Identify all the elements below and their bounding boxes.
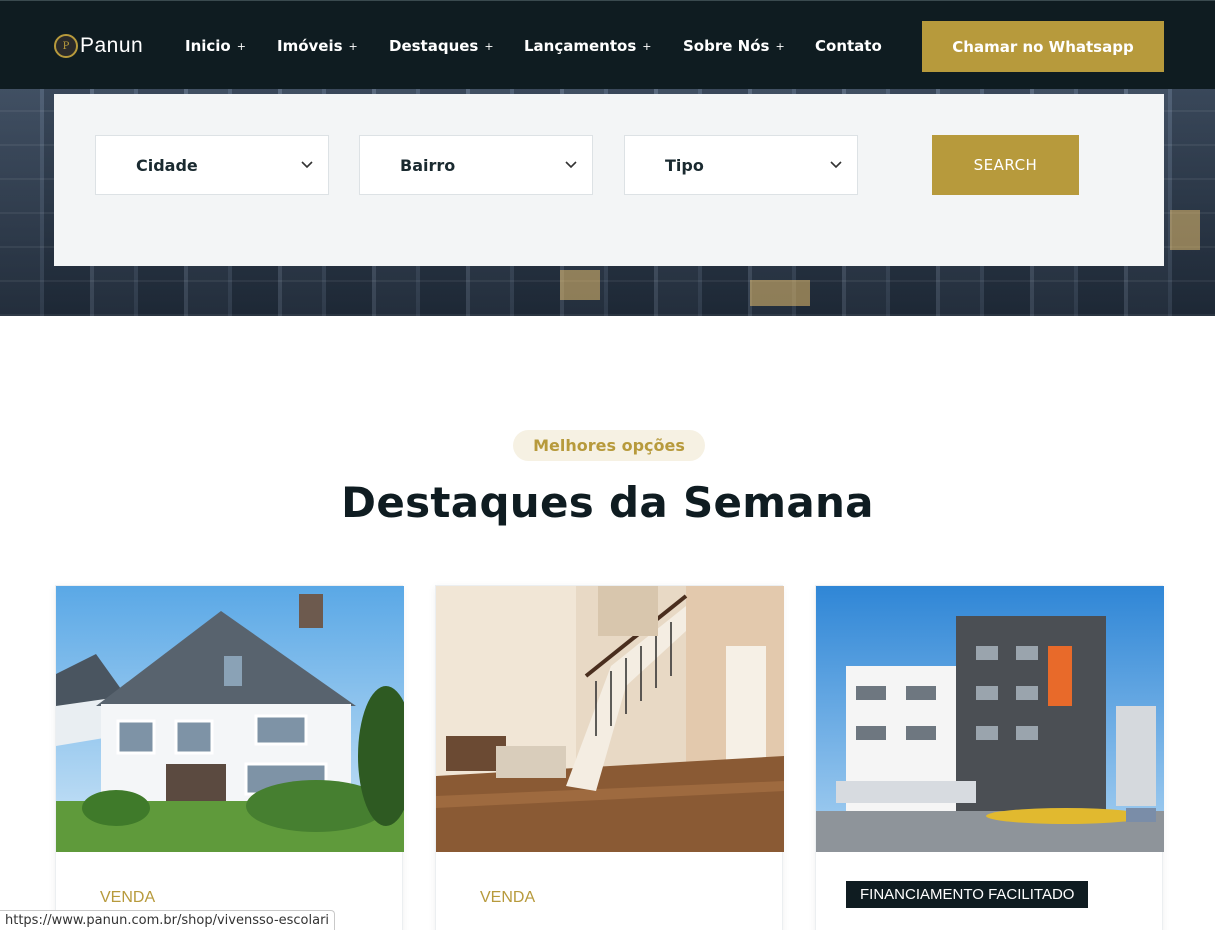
nav-label: Contato [815,37,882,55]
search-button[interactable]: SEARCH [932,135,1079,195]
whatsapp-button[interactable]: Chamar no Whatsapp [922,21,1164,72]
type-select[interactable]: Tipo [624,135,858,195]
nav-item-contato[interactable]: Contato [815,37,882,55]
nav-label: Lançamentos [524,37,637,55]
nav-label: Sobre Nós [683,37,770,55]
nav-label: Imóveis [277,37,343,55]
property-card[interactable]: VENDA [55,585,404,930]
type-select-label: Tipo [665,155,704,175]
chevron-down-icon [830,161,842,169]
plus-icon: + [642,39,652,53]
search-panel: Cidade Bairro Tipo SEARCH [54,94,1164,266]
nav-item-inicio[interactable]: Inicio + [185,37,246,55]
link-status-bar: https://www.panun.com.br/shop/vivensso-e… [0,910,336,930]
staircase-interior-photo[interactable] [436,586,784,852]
chevron-down-icon [301,161,313,169]
plus-icon: + [348,39,358,53]
chevron-down-icon [565,161,577,169]
logo[interactable]: P Panun [54,33,143,59]
neighborhood-select[interactable]: Bairro [359,135,593,195]
nav-label: Destaques [389,37,479,55]
listing-tag: VENDA [100,889,156,906]
nav-item-imoveis[interactable]: Imóveis + [277,37,358,55]
city-select[interactable]: Cidade [95,135,329,195]
city-select-label: Cidade [136,155,198,175]
nav-item-sobre-nos[interactable]: Sobre Nós + [683,37,785,55]
nav-label: Inicio [185,37,231,55]
plus-icon: + [775,39,785,53]
logo-mark-icon: P [54,34,78,58]
listing-tag: FINANCIAMENTO FACILITADO [846,881,1089,908]
top-navbar: P Panun Inicio + Imóveis + Destaques + L… [0,0,1215,89]
property-card[interactable]: VENDA [435,585,784,930]
property-card[interactable]: FINANCIAMENTO FACILITADO [815,585,1164,930]
section-eyebrow-badge: Melhores opções [513,430,705,461]
nav-item-lancamentos[interactable]: Lançamentos + [524,37,651,55]
listing-tag: VENDA [480,889,536,906]
section-title: Destaques da Semana [341,478,874,527]
plus-icon: + [484,39,494,53]
logo-text: Panun [80,34,144,57]
white-house-photo[interactable] [56,586,404,852]
apartment-building-photo[interactable] [816,586,1164,852]
nav-item-destaques[interactable]: Destaques + [389,37,494,55]
neighborhood-select-label: Bairro [400,155,456,175]
plus-icon: + [236,39,246,53]
